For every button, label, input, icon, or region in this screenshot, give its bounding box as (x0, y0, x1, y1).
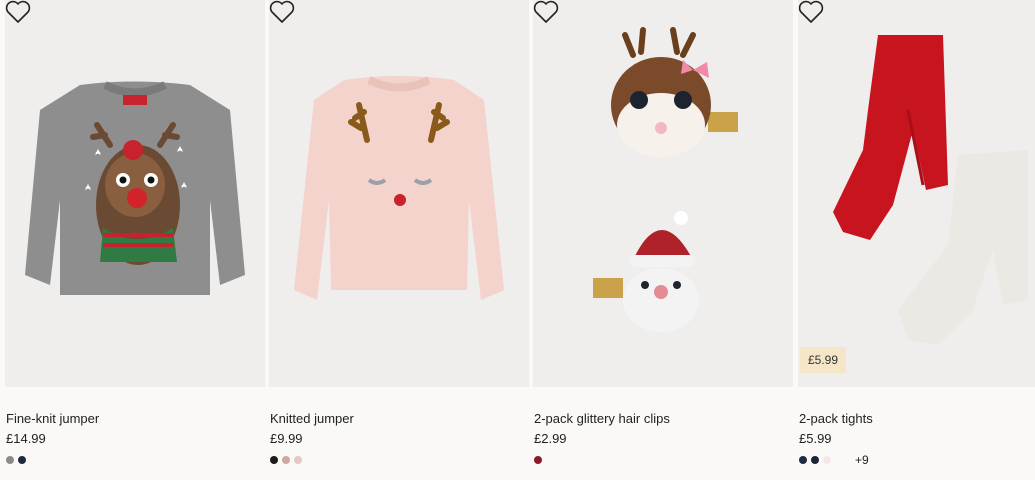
color-swatch[interactable] (18, 456, 26, 464)
heart-outline-icon[interactable] (5, 0, 31, 24)
product-price: £14.99 (6, 431, 46, 446)
color-swatch[interactable] (282, 456, 290, 464)
product-name[interactable]: 2-pack glittery hair clips (534, 411, 670, 426)
product-price: £2.99 (534, 431, 567, 446)
color-swatch[interactable] (799, 456, 807, 464)
price-badge: £5.99 (800, 347, 847, 373)
product-card[interactable]: 2-pack glittery hair clips £2.99 (533, 0, 793, 480)
product-image[interactable] (269, 0, 529, 387)
color-swatches (270, 455, 306, 465)
product-price: £5.99 (799, 431, 832, 446)
product-card[interactable]: £5.99 2-pack tights £5.99 +9 (798, 0, 1035, 480)
color-swatch[interactable] (6, 456, 14, 464)
product-card[interactable]: Fine-knit jumper £14.99 (5, 0, 265, 480)
color-swatch[interactable] (534, 456, 542, 464)
heart-outline-icon[interactable] (798, 0, 824, 24)
product-name[interactable]: Knitted jumper (270, 411, 354, 426)
color-swatch[interactable] (811, 456, 819, 464)
color-swatch[interactable] (823, 456, 831, 464)
pink-reindeer-jumper-image (294, 76, 504, 300)
product-card[interactable]: Knitted jumper £9.99 (269, 0, 529, 480)
color-swatches (6, 455, 30, 465)
reindeer-and-santa-hair-clips-image (593, 27, 738, 332)
color-swatches (534, 455, 546, 465)
heart-outline-icon[interactable] (533, 0, 559, 24)
product-grid: Fine-knit jumper £14.99 Knitted jumper £… (0, 0, 1035, 480)
product-image[interactable] (5, 0, 265, 387)
color-swatches: +9 (799, 454, 869, 466)
red-and-cream-tights-image (833, 35, 1028, 345)
more-colors-count[interactable]: +9 (855, 454, 869, 466)
color-swatch[interactable] (270, 456, 278, 464)
heart-outline-icon[interactable] (269, 0, 295, 24)
color-swatch[interactable] (294, 456, 302, 464)
product-image[interactable]: £5.99 (798, 0, 1035, 387)
product-price: £9.99 (270, 431, 303, 446)
product-name[interactable]: Fine-knit jumper (6, 411, 99, 426)
product-image[interactable] (533, 0, 793, 387)
grey-reindeer-jumper-image (25, 81, 245, 295)
product-name[interactable]: 2-pack tights (799, 411, 873, 426)
